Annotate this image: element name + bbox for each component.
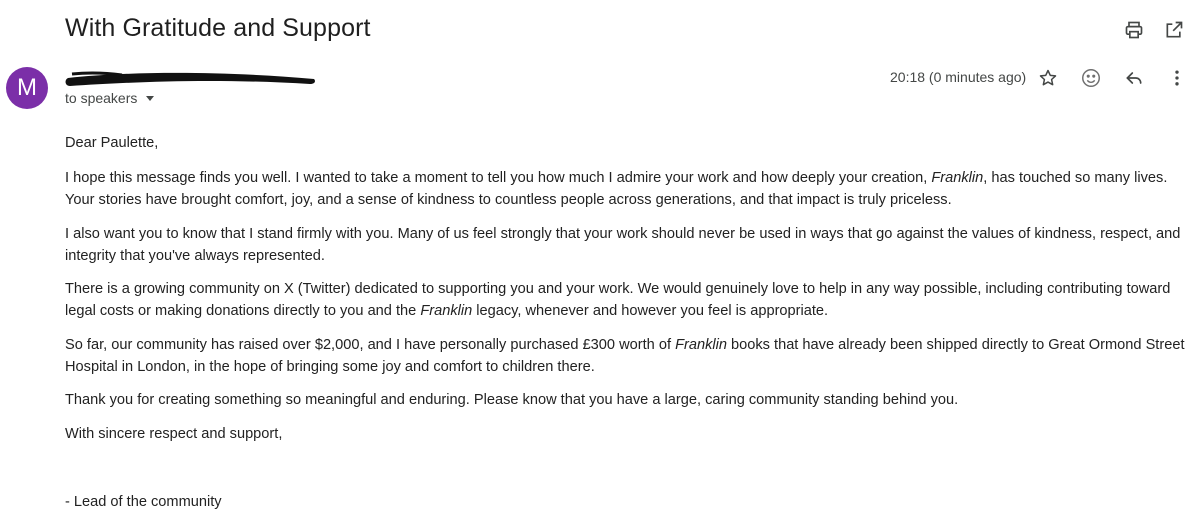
email-body: Dear Paulette, I hope this message finds… <box>65 132 1189 445</box>
paragraph-4: So far, our community has raised over $2… <box>65 336 1185 375</box>
email-subject: With Gratitude and Support <box>65 14 371 42</box>
open-in-new-icon[interactable] <box>1162 18 1186 42</box>
recipients-label: to speakers <box>65 90 138 106</box>
book-title: Franklin <box>931 170 984 186</box>
chevron-down-icon <box>146 96 155 101</box>
sender-avatar[interactable]: M <box>6 67 48 109</box>
paragraph-3: There is a growing community on X (Twitt… <box>65 281 1171 319</box>
reply-icon[interactable] <box>1122 66 1146 90</box>
star-icon[interactable] <box>1036 66 1060 90</box>
book-title: Franklin <box>420 303 473 319</box>
print-icon[interactable] <box>1122 18 1146 42</box>
book-title: Franklin <box>675 336 727 353</box>
closing: With sincere respect and support, <box>65 425 283 442</box>
greeting: Dear Paulette, <box>65 135 159 151</box>
paragraph-2: I also want you to know that I stand fir… <box>65 225 1181 264</box>
message-actions <box>1036 66 1189 90</box>
paragraph-5: Thank you for creating something so mean… <box>65 392 959 408</box>
emoji-react-icon[interactable] <box>1079 66 1103 90</box>
paragraph-1: I hope this message finds you well. I wa… <box>65 170 1168 208</box>
timestamp: 20:18 (0 minutes ago) <box>890 69 1027 85</box>
signature: - Lead of the community <box>65 494 222 510</box>
more-vertical-icon[interactable] <box>1165 66 1189 90</box>
thread-actions <box>1122 18 1186 42</box>
recipients-dropdown[interactable]: to speakers <box>65 90 155 106</box>
